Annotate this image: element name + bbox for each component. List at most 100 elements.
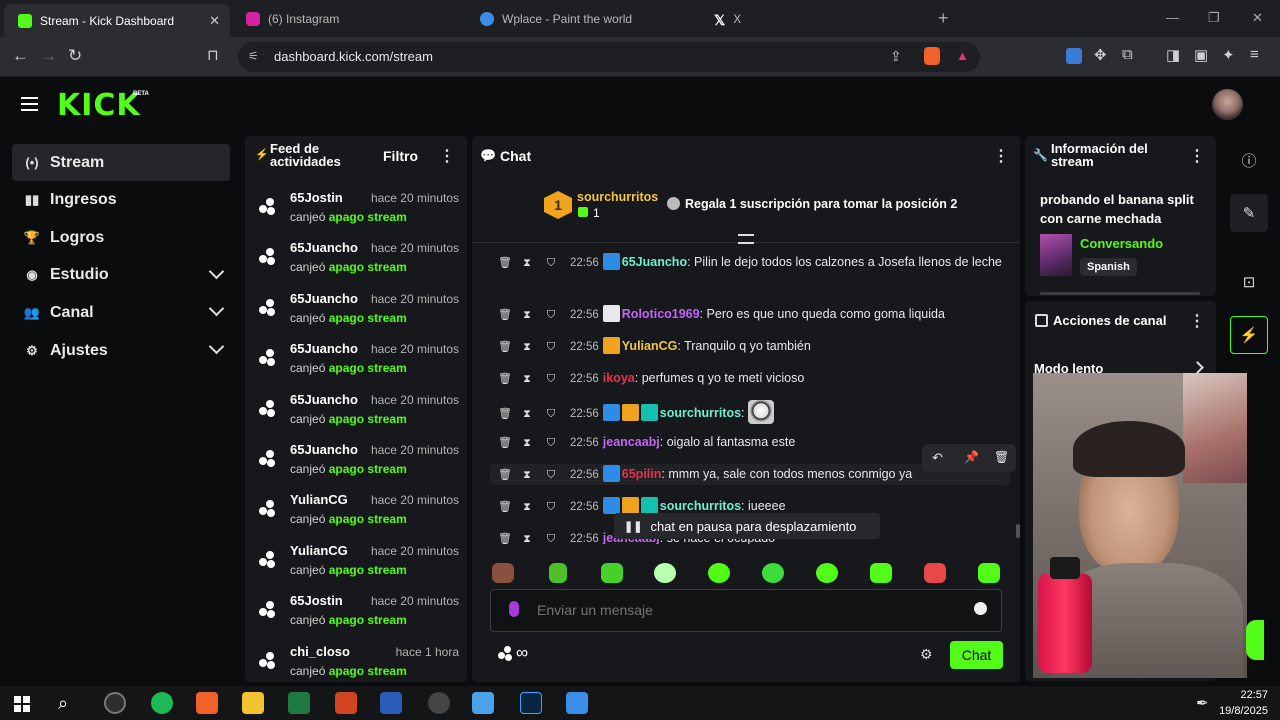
brave-rewards-icon[interactable]: ▲ — [956, 48, 969, 63]
sidebar-item-logros[interactable]: 🏆 Logros — [12, 219, 230, 256]
ban-icon[interactable]: ⛉ — [546, 465, 556, 485]
delete-icon[interactable]: 🗑 — [498, 529, 512, 544]
chat-settings-icon[interactable]: ⚙ — [920, 646, 933, 663]
chat-message[interactable]: 🗑 ⧗ ⛉ 22:56 Rolotico1969: Pero es que uno qu… — [490, 304, 1010, 325]
delete-icon[interactable]: 🗑 — [498, 465, 512, 485]
timeout-icon[interactable]: ⧗ — [522, 497, 532, 517]
leader-username[interactable]: sourchurritos — [577, 190, 658, 204]
chat-message[interactable]: 🗑 ⧗ ⛉ 22:56 65Juancho: Pilin le dejo todos l… — [490, 252, 1010, 273]
pen-icon[interactable]: ✒ — [1196, 694, 1209, 712]
feed-username[interactable]: 65Jostin — [290, 593, 343, 608]
reload-icon[interactable]: ↻ — [68, 46, 82, 66]
chat-username[interactable]: Rolotico1969 — [622, 307, 700, 321]
settings-app-icon[interactable] — [428, 692, 450, 714]
url-field[interactable]: ⚟ dashboard.kick.com/stream ⇪ ▲ — [238, 42, 980, 72]
info-icon[interactable]: ⓘ — [1230, 141, 1268, 179]
timeout-icon[interactable]: ⧗ — [522, 465, 532, 485]
chat-username[interactable]: sourchurritos — [660, 499, 741, 513]
feed-username[interactable]: 65Juancho — [290, 392, 358, 407]
feed-item[interactable]: 65Jostin hace 20 minutos canjeó apago stre… — [259, 593, 459, 643]
timeout-icon[interactable]: ⧗ — [522, 253, 532, 273]
emote-icon[interactable] — [601, 563, 623, 583]
chevron-right-icon[interactable] — [1191, 361, 1204, 374]
timeout-icon[interactable]: ⧗ — [522, 337, 532, 357]
sidebar-toggle-icon[interactable]: ◨ — [1166, 46, 1180, 64]
sidebar-item-stream[interactable]: (•) Stream — [12, 144, 230, 181]
timeout-icon[interactable]: ⧗ — [522, 305, 532, 325]
tab-wplace[interactable]: Wplace - Paint the world — [466, 0, 696, 37]
ban-icon[interactable]: ⛉ — [546, 369, 556, 389]
feed-username[interactable]: 65Juancho — [290, 341, 358, 356]
chat-username[interactable]: YulianCG — [622, 339, 678, 353]
delete-icon[interactable]: 🗑 — [498, 404, 512, 424]
bookmark-icon[interactable]: ⊓ — [207, 46, 219, 64]
feed-username[interactable]: 65Juancho — [290, 240, 358, 255]
edit-icon[interactable]: ✎ — [1230, 194, 1268, 232]
emote-icon[interactable] — [492, 563, 514, 583]
emote-icon[interactable] — [654, 563, 676, 583]
share-icon[interactable]: ⇪ — [890, 48, 902, 65]
file-explorer-icon[interactable] — [242, 692, 264, 714]
delete-icon[interactable]: 🗑 — [498, 337, 512, 357]
mic-icon[interactable] — [509, 601, 519, 617]
delete-icon[interactable]: 🗑 — [498, 497, 512, 517]
pin-icon[interactable]: 📌 — [964, 450, 979, 464]
feed-item[interactable]: 65Juancho hace 20 minutos canjeó apago str… — [259, 392, 459, 442]
chat-username[interactable]: jeancaabj — [603, 435, 660, 449]
sidebar-item-ingresos[interactable]: ▮▮ Ingresos — [12, 182, 230, 219]
close-tab-icon[interactable]: ✕ — [209, 13, 220, 29]
sidebar-item-estudio[interactable]: ◉ Estudio — [12, 257, 230, 294]
filter-button[interactable]: Filtro — [383, 148, 418, 164]
translate-icon[interactable] — [1066, 48, 1082, 64]
ban-icon[interactable]: ⛉ — [546, 305, 556, 325]
kick-logo[interactable]: KICK — [57, 88, 141, 123]
feed-item[interactable]: YulianCG hace 20 minutos canjeó apago stre… — [259, 492, 459, 542]
tab-kick-dashboard[interactable]: Stream - Kick Dashboard ✕ — [4, 4, 230, 37]
excel-icon[interactable] — [288, 692, 310, 714]
emoji-icon[interactable] — [974, 602, 987, 615]
delete-icon[interactable]: 🗑 — [498, 433, 512, 453]
brave-icon[interactable] — [196, 692, 218, 714]
browser-menu-icon[interactable]: ≡ — [1250, 46, 1259, 63]
ban-icon[interactable]: ⛉ — [546, 433, 556, 453]
delete-icon[interactable]: 🗑 — [498, 253, 512, 273]
feed-username[interactable]: 65Juancho — [290, 442, 358, 457]
capcut-icon[interactable] — [472, 692, 494, 714]
leo-ai-icon[interactable]: ✦ — [1222, 46, 1235, 64]
points-icon[interactable] — [498, 646, 514, 662]
emote-icon[interactable] — [924, 563, 946, 583]
chat-username[interactable]: 65Juancho — [622, 255, 687, 269]
search-icon[interactable]: ⌕ — [58, 693, 68, 714]
ban-icon[interactable]: ⛉ — [546, 337, 556, 357]
chat-paused-pill[interactable]: ❚❚ chat en pausa para desplazamiento — [614, 513, 880, 539]
hamburger-icon[interactable] — [21, 97, 38, 111]
restore-icon[interactable]: ❐ — [1208, 10, 1220, 26]
delete-icon[interactable]: 🗑 — [994, 450, 1009, 464]
lightning-action-icon[interactable]: ⚡ — [1230, 316, 1268, 354]
chevron-down-icon[interactable] — [208, 338, 225, 355]
collapse-pinned-icon[interactable] — [738, 234, 754, 244]
minimize-icon[interactable]: — — [1166, 10, 1179, 25]
camera-icon[interactable]: ⊡ — [1230, 263, 1268, 301]
feed-item[interactable]: 65Jostin hace 20 minutos canjeó apago stre… — [259, 190, 459, 240]
chat-message[interactable]: 🗑 ⧗ ⛉ 22:56 sourchurritos: — [490, 400, 1010, 424]
wallet-icon[interactable]: ▣ — [1194, 46, 1208, 64]
emote-icon[interactable] — [816, 563, 838, 583]
actions-more-icon[interactable]: ⋮ — [1189, 311, 1205, 331]
feed-item[interactable]: chi_closo hace 1 hora canjeó apago stream — [259, 644, 459, 682]
tab-instagram[interactable]: (6) Instagram — [232, 0, 462, 37]
chat-more-icon[interactable]: ⋮ — [993, 146, 1009, 166]
category-name[interactable]: Conversando — [1080, 236, 1163, 251]
ban-icon[interactable]: ⛉ — [546, 253, 556, 273]
chat-scrollbar[interactable] — [1016, 524, 1020, 538]
photoshop-icon[interactable] — [520, 692, 542, 714]
chat-message-input[interactable] — [537, 599, 957, 621]
clock-time[interactable]: 22:57 — [1228, 689, 1268, 701]
reply-icon[interactable]: ↶ — [932, 450, 943, 466]
screenshot-icon[interactable]: ⧉ — [1122, 46, 1133, 63]
windows-start-icon[interactable] — [14, 696, 30, 712]
feed-item[interactable]: 65Juancho hace 20 minutos canjeó apago str… — [259, 240, 459, 290]
chat-username[interactable]: ikoya — [603, 371, 635, 385]
chat-input-box[interactable] — [490, 589, 1002, 632]
brave-shield-icon[interactable] — [924, 47, 940, 65]
